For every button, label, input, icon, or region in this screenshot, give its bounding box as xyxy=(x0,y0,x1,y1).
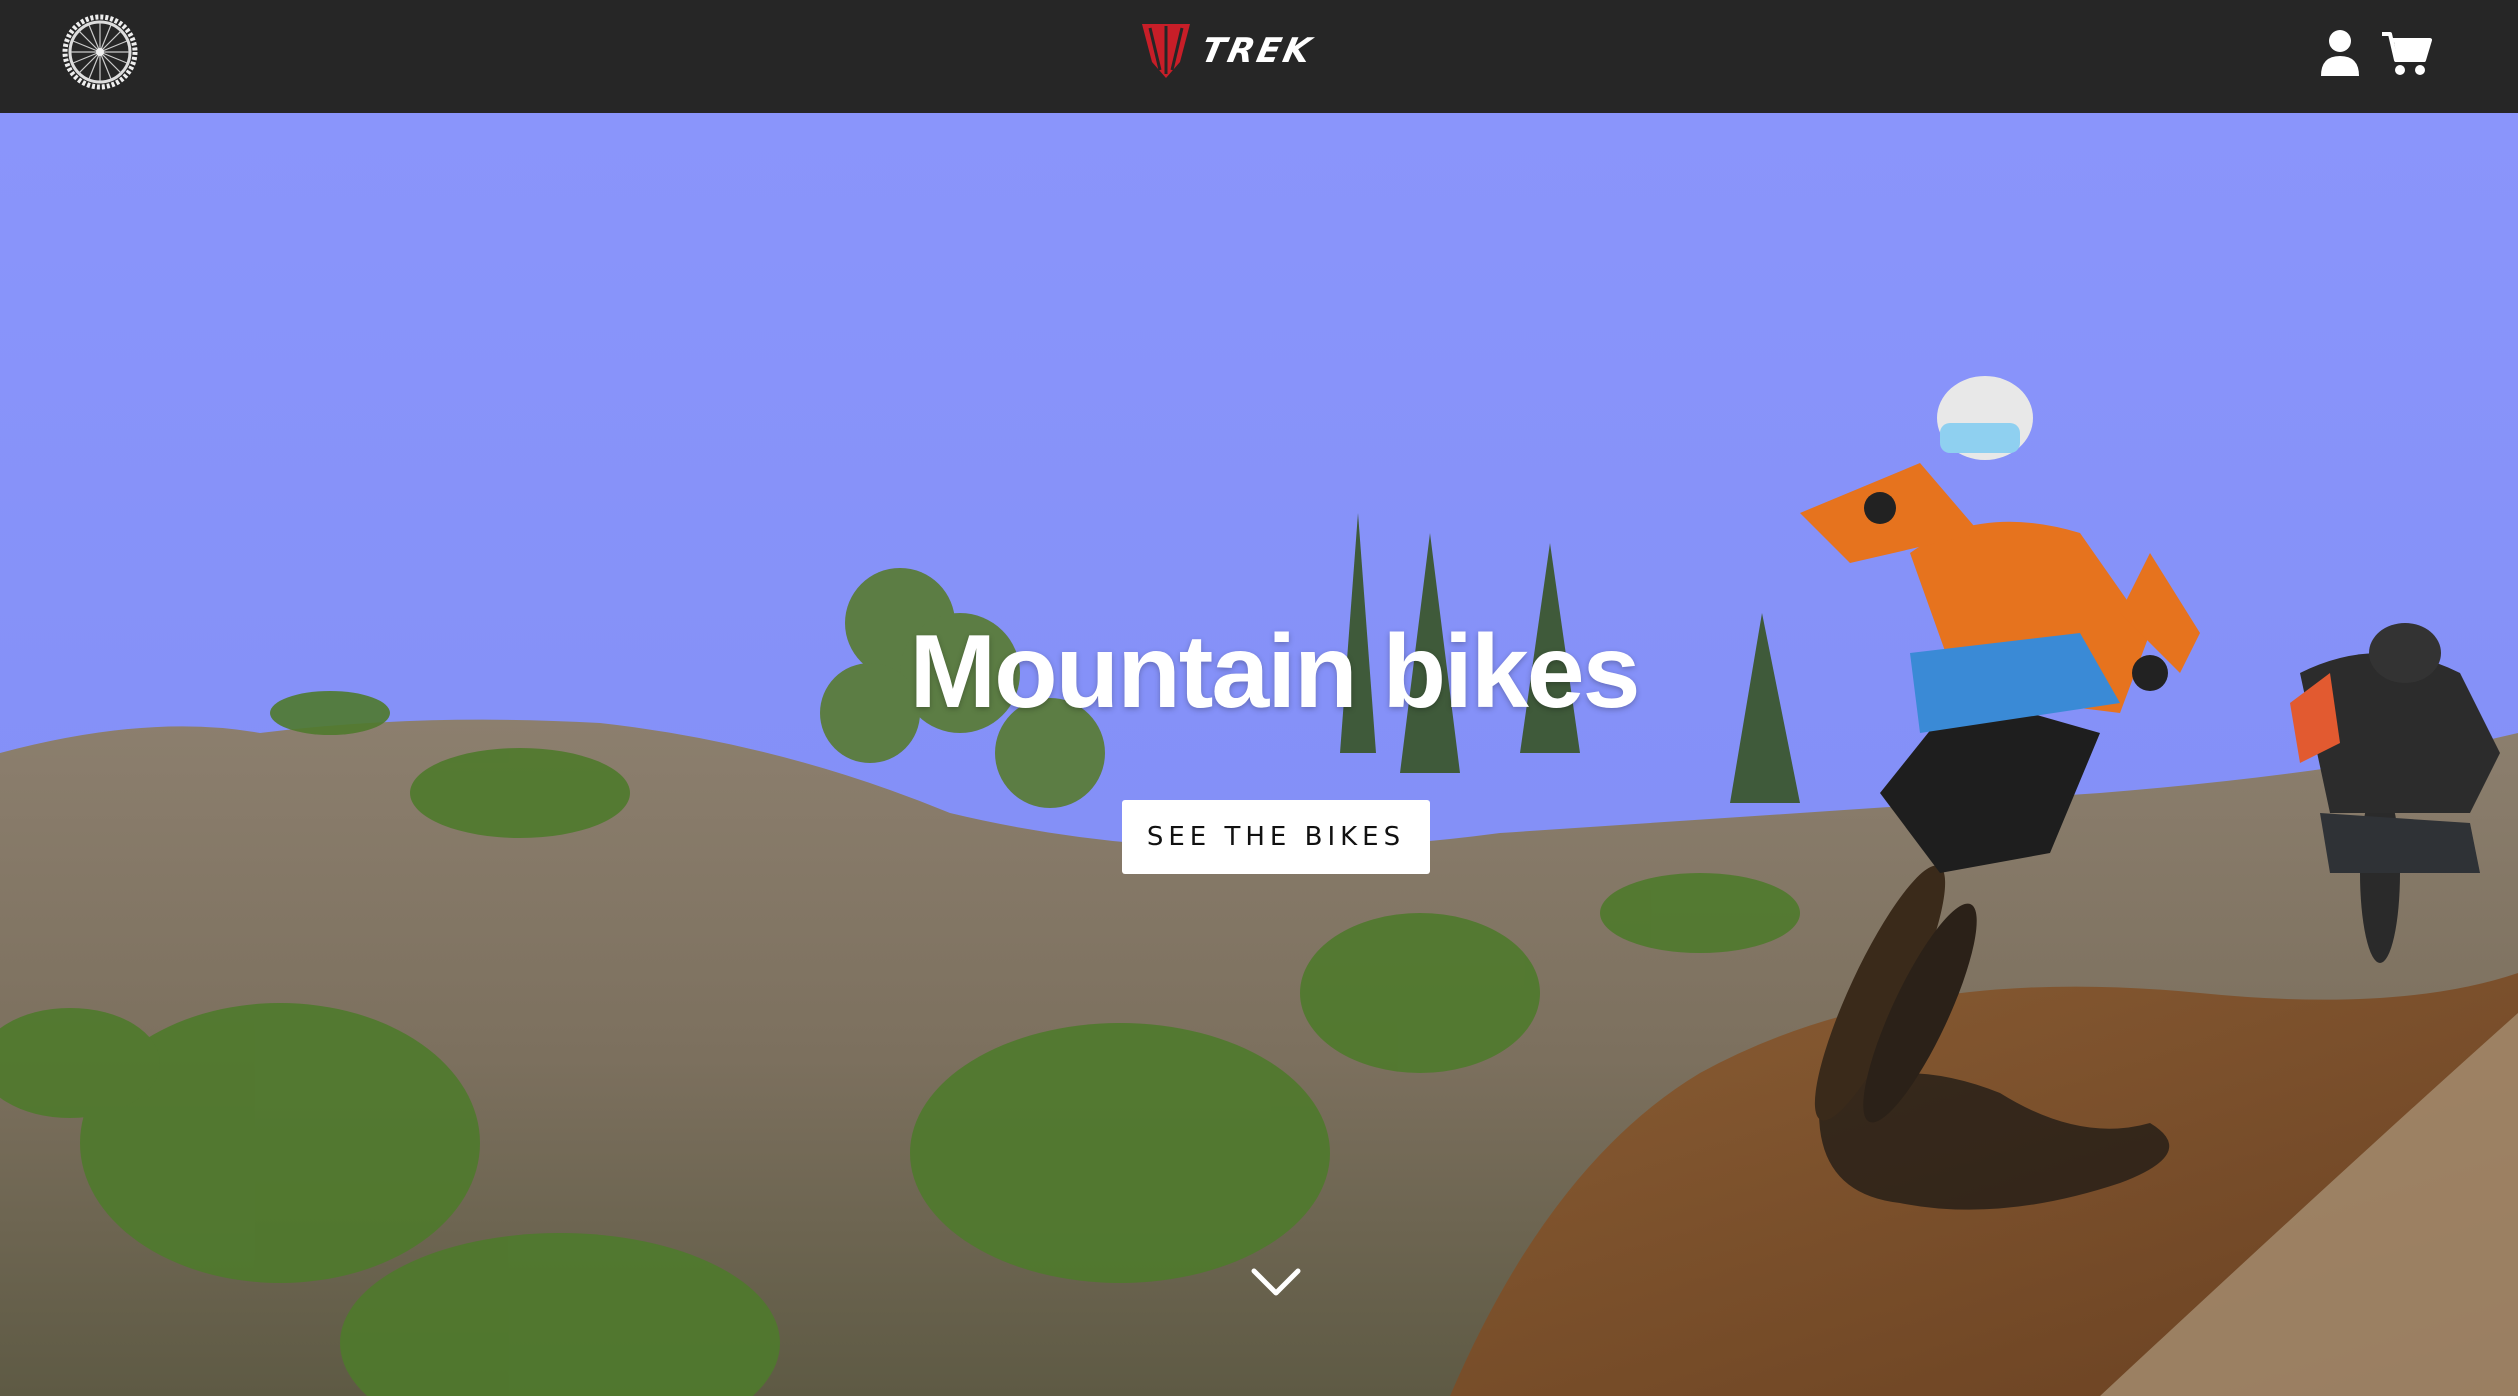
hero-banner: Mountain bikes SEE THE BIKES xyxy=(0,113,2518,1396)
see-the-bikes-button[interactable]: SEE THE BIKES xyxy=(1122,800,1430,874)
hero-background-image xyxy=(0,113,2518,1396)
chevron-down-icon[interactable] xyxy=(1246,1263,1306,1303)
trek-logo[interactable]: TREK xyxy=(1140,22,1385,80)
trek-shield-icon xyxy=(1142,24,1190,78)
user-icon[interactable] xyxy=(2318,28,2362,78)
shopping-cart-icon[interactable] xyxy=(2380,30,2432,78)
bike-wheel-icon[interactable] xyxy=(62,14,138,90)
top-navigation-bar: TREK xyxy=(0,0,2518,113)
brand-wordmark: TREK xyxy=(1197,31,1318,71)
hero-title: Mountain bikes xyxy=(909,614,1641,730)
